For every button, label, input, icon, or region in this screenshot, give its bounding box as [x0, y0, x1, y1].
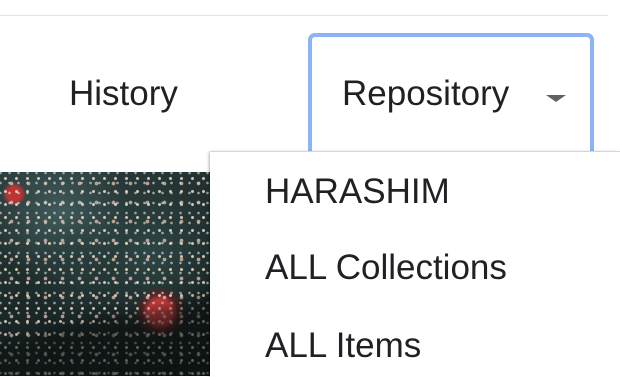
menu-item-harashim[interactable]: HARASHIM	[265, 174, 450, 209]
nav-repository-label: Repository	[342, 74, 510, 113]
nav-repository-dropdown-toggle[interactable]: Repository	[308, 33, 594, 151]
top-divider	[0, 15, 608, 16]
repository-dropdown-menu: HARASHIM ALL Collections ALL Items	[210, 151, 620, 377]
menu-item-all-items[interactable]: ALL Items	[265, 328, 421, 363]
nav-history-link[interactable]: History	[69, 76, 178, 111]
menu-item-all-collections[interactable]: ALL Collections	[265, 250, 507, 285]
caret-down-icon	[546, 95, 566, 102]
background-image-thumbnail	[0, 172, 212, 376]
